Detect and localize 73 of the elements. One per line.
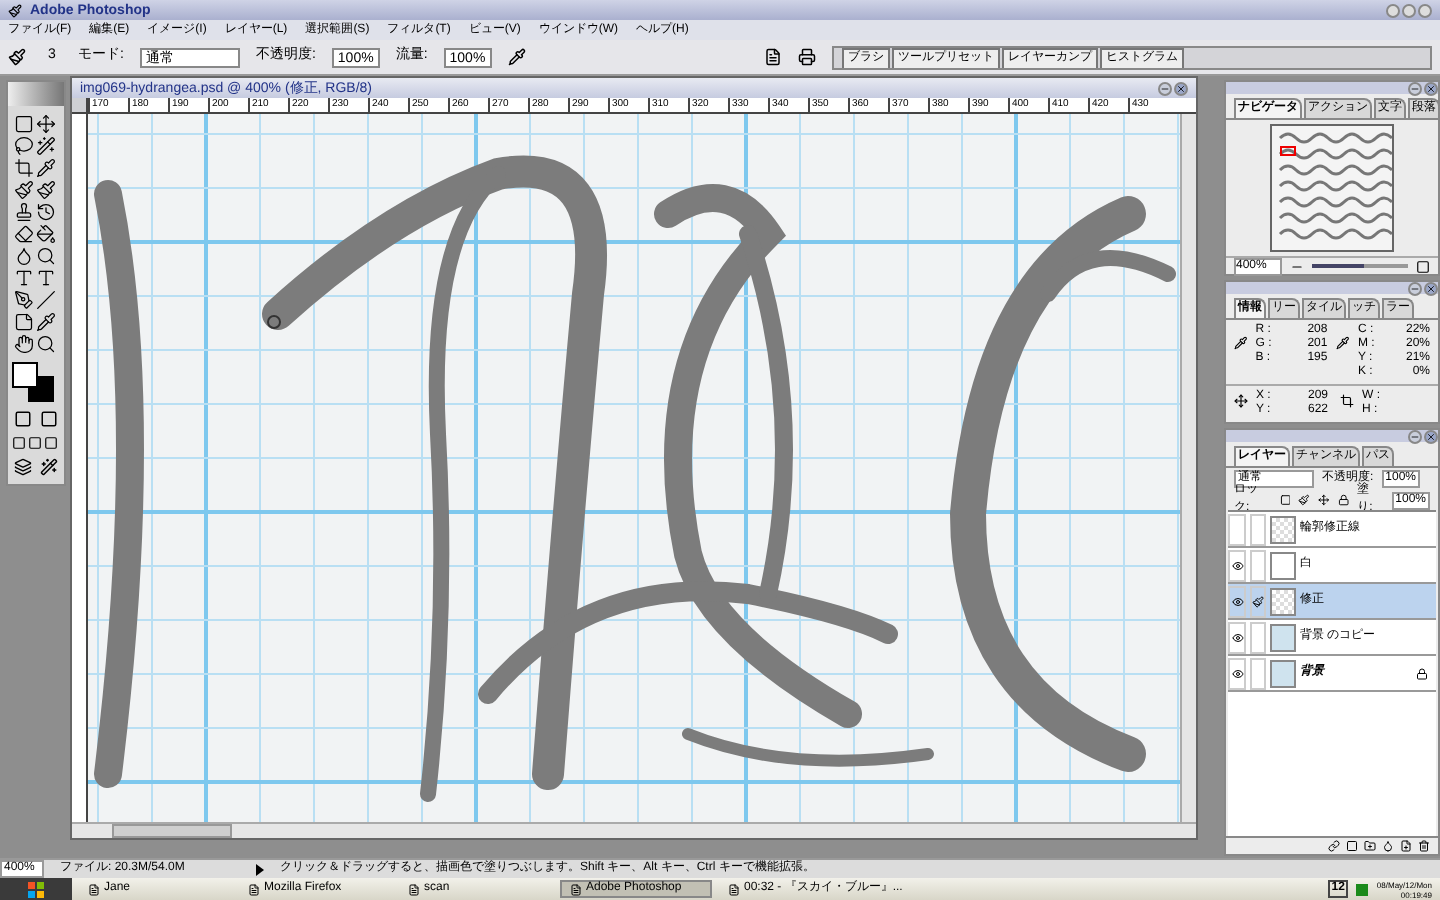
maximize-icon[interactable] xyxy=(1402,3,1416,17)
crop-icon[interactable] xyxy=(14,158,34,178)
eyedropper-icon[interactable] xyxy=(36,312,56,332)
background-color[interactable] xyxy=(27,376,53,402)
stamp-icon[interactable] xyxy=(14,202,34,222)
start-button[interactable] xyxy=(0,878,72,900)
link-icon[interactable] xyxy=(1328,840,1340,852)
history-brush-icon[interactable] xyxy=(36,202,56,222)
quick-mask-icon[interactable] xyxy=(39,410,57,428)
close-icon[interactable] xyxy=(1174,81,1188,95)
horizontal-scrollbar[interactable] xyxy=(72,822,1196,838)
layer-thumbnail xyxy=(1270,659,1296,687)
visibility-toggle[interactable] xyxy=(1228,657,1246,689)
printer-icon[interactable] xyxy=(798,48,816,66)
move-icon[interactable] xyxy=(36,114,56,134)
close-icon[interactable] xyxy=(1424,82,1438,96)
document-icon[interactable] xyxy=(764,48,782,66)
lasso-icon[interactable] xyxy=(14,136,34,156)
brush-icon[interactable] xyxy=(36,180,56,200)
eye-icon xyxy=(1231,595,1243,607)
magic-wand-icon[interactable] xyxy=(36,136,56,156)
eye-icon xyxy=(1231,559,1243,571)
marquee-icon[interactable] xyxy=(14,114,34,134)
lock-all-icon[interactable] xyxy=(1337,494,1350,506)
visibility-toggle[interactable] xyxy=(1228,621,1246,653)
eyedropper-icon xyxy=(1336,336,1350,350)
eyedropper-icon xyxy=(1234,336,1248,350)
zoom-icon[interactable] xyxy=(36,334,56,354)
network-icon xyxy=(1356,883,1369,895)
layer-thumbnail xyxy=(1270,515,1296,543)
hand-icon[interactable] xyxy=(14,334,34,354)
app-icon xyxy=(408,883,420,895)
blur-icon[interactable] xyxy=(14,246,34,266)
visibility-toggle[interactable] xyxy=(1228,585,1246,617)
layer-thumbnail xyxy=(1270,623,1296,651)
bucket-icon[interactable] xyxy=(36,224,56,244)
new-layer-icon[interactable] xyxy=(1400,840,1412,852)
minimize-icon[interactable] xyxy=(1408,82,1422,96)
minimize-icon[interactable] xyxy=(1386,3,1400,17)
notes-icon[interactable] xyxy=(14,312,34,332)
minimize-icon[interactable] xyxy=(1408,282,1422,296)
close-icon[interactable] xyxy=(1424,430,1438,444)
close-icon[interactable] xyxy=(1424,282,1438,296)
app-icon xyxy=(248,883,260,895)
eye-icon xyxy=(1231,667,1243,679)
layer-thumbnail xyxy=(1270,551,1296,579)
brush-tool-icon[interactable] xyxy=(8,48,26,66)
new-group-icon[interactable] xyxy=(1364,840,1376,852)
pen-icon[interactable] xyxy=(14,290,34,310)
vertical-scrollbar[interactable] xyxy=(1180,114,1196,822)
foreground-color[interactable] xyxy=(11,362,37,388)
toolbox-header xyxy=(7,82,63,106)
view-box xyxy=(1280,146,1296,156)
layer-thumbnail xyxy=(1270,587,1296,615)
eye-icon xyxy=(1231,631,1243,643)
scroll-thumb[interactable] xyxy=(112,824,232,838)
app-icon xyxy=(728,883,740,895)
zoom-in-icon[interactable] xyxy=(1416,259,1430,273)
eraser-icon[interactable] xyxy=(14,224,34,244)
visibility-toggle[interactable] xyxy=(1228,549,1246,581)
minimize-icon[interactable] xyxy=(1408,430,1422,444)
standard-mode-icon[interactable] xyxy=(13,410,31,428)
trash-icon[interactable] xyxy=(1418,840,1430,852)
app-icon xyxy=(8,3,22,17)
type-icon[interactable] xyxy=(36,268,56,288)
brush-icon xyxy=(1252,595,1264,607)
app-icon xyxy=(88,883,100,895)
visibility-toggle[interactable] xyxy=(1228,513,1246,545)
windows-logo-icon xyxy=(28,881,44,897)
brush-cursor xyxy=(267,315,281,329)
mask-icon[interactable] xyxy=(1346,840,1358,852)
line-icon[interactable] xyxy=(36,290,56,310)
app-icon xyxy=(570,883,582,895)
